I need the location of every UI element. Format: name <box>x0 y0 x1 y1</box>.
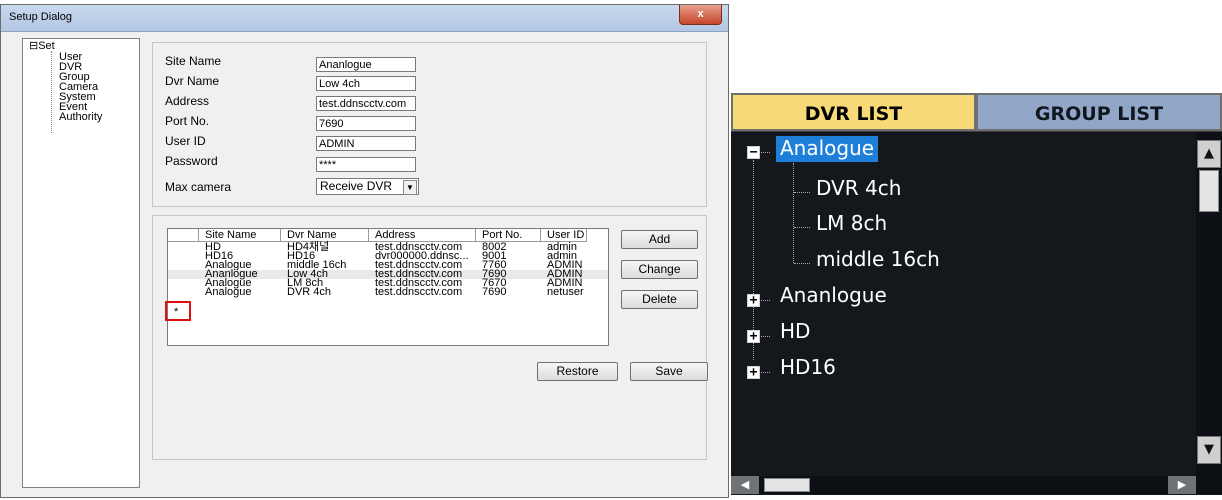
tree-child-dvr-4ch[interactable]: DVR 4ch <box>816 176 901 200</box>
tree-connector <box>793 163 794 263</box>
dropdown-arrow-icon[interactable]: ▼ <box>403 180 417 195</box>
restore-button[interactable]: Restore <box>537 362 618 381</box>
tree-connector <box>794 192 810 193</box>
tree-connector <box>761 300 770 301</box>
title-bar[interactable]: Setup Dialog x <box>1 5 728 32</box>
scroll-up-arrow-icon[interactable]: ▲ <box>1197 140 1221 168</box>
save-button[interactable]: Save <box>630 362 708 381</box>
tree-connector <box>761 152 770 153</box>
dvr-name-label: Dvr Name <box>165 74 220 88</box>
tree-node-hd[interactable]: HD <box>780 319 810 343</box>
panel-tabs: DVR LIST GROUP LIST <box>731 93 1222 131</box>
tree-child-lm-8ch[interactable]: LM 8ch <box>816 211 887 235</box>
horizontal-scroll-thumb[interactable] <box>764 478 810 492</box>
user-id-field[interactable]: ADMIN <box>316 136 416 151</box>
change-button[interactable]: Change <box>621 260 698 279</box>
expand-icon[interactable]: + <box>747 366 760 379</box>
tree-connector <box>794 263 810 264</box>
max-camera-label: Max camera <box>165 180 232 194</box>
password-field[interactable]: **** <box>316 157 416 172</box>
delete-button[interactable]: Delete <box>621 290 698 309</box>
horizontal-scrollbar[interactable]: ◀ ▶ <box>731 476 1196 494</box>
settings-tree: ⊟Set User DVR Group Camera System Event … <box>22 38 140 488</box>
vertical-scrollbar[interactable]: ▲ ▼ <box>1196 132 1222 476</box>
collapse-icon[interactable]: − <box>747 146 760 159</box>
site-name-field[interactable]: Ananlogue <box>316 57 416 72</box>
scroll-right-arrow-icon[interactable]: ▶ <box>1168 476 1196 494</box>
port-label: Port No. <box>165 114 210 128</box>
cell-user-id: netuser <box>547 286 584 298</box>
expand-icon[interactable]: + <box>747 294 760 307</box>
user-id-label: User ID <box>165 134 206 148</box>
dvr-tree: − Analogue DVR 4ch LM 8ch middle 16ch + … <box>731 131 1222 495</box>
tree-child-middle-16ch[interactable]: middle 16ch <box>816 247 940 271</box>
scroll-down-arrow-icon[interactable]: ▼ <box>1197 436 1221 464</box>
tree-root-label: Set <box>38 40 55 52</box>
add-button[interactable]: Add <box>621 230 698 249</box>
tree-connector <box>761 336 770 337</box>
cell-dvr-name: DVR 4ch <box>287 286 332 298</box>
table-header-marker <box>168 229 199 242</box>
max-camera-value: Receive DVR <box>320 179 393 193</box>
table-row[interactable]: Analogue DVR 4ch test.ddnscctv.com 7690 … <box>168 286 608 298</box>
highlight-box <box>165 301 191 321</box>
cell-port: 7690 <box>482 286 507 298</box>
collapse-icon[interactable]: ⊟ <box>29 40 38 52</box>
scroll-left-arrow-icon[interactable]: ◀ <box>731 476 759 494</box>
cell-site-name: Analogue <box>205 286 252 298</box>
vertical-scroll-thumb[interactable] <box>1199 170 1219 212</box>
dvr-name-field[interactable]: Low 4ch <box>316 76 416 91</box>
dialog-title: Setup Dialog <box>9 11 72 23</box>
tree-item-authority[interactable]: Authority <box>59 112 102 123</box>
tree-node-analogue[interactable]: Analogue <box>776 136 879 162</box>
tree-node-hd16[interactable]: HD16 <box>780 355 836 379</box>
cell-address: test.ddnscctv.com <box>375 286 463 298</box>
address-label: Address <box>165 94 210 108</box>
site-name-label: Site Name <box>165 54 222 68</box>
tab-group-list[interactable]: GROUP LIST <box>976 93 1222 131</box>
scrollbar-corner <box>1196 476 1222 494</box>
tree-connector <box>794 227 810 228</box>
tree-connector <box>761 372 770 373</box>
address-field[interactable]: test.ddnscctv.com <box>316 96 416 111</box>
password-label: Password <box>165 154 218 168</box>
max-camera-select[interactable]: Receive DVR ▼ <box>316 178 419 195</box>
close-button[interactable]: x <box>679 5 722 25</box>
dvr-details-group <box>152 42 707 207</box>
expand-icon[interactable]: + <box>747 330 760 343</box>
dvr-list-panel: DVR LIST GROUP LIST − Analogue DVR 4ch L… <box>731 93 1222 495</box>
tree-node-ananlogue[interactable]: Ananlogue <box>780 283 887 307</box>
tree-guide-line <box>51 51 52 133</box>
dvr-table[interactable]: Site Name Dvr Name Address Port No. User… <box>167 228 609 346</box>
tab-dvr-list[interactable]: DVR LIST <box>731 93 976 131</box>
port-field[interactable]: 7690 <box>316 116 416 131</box>
